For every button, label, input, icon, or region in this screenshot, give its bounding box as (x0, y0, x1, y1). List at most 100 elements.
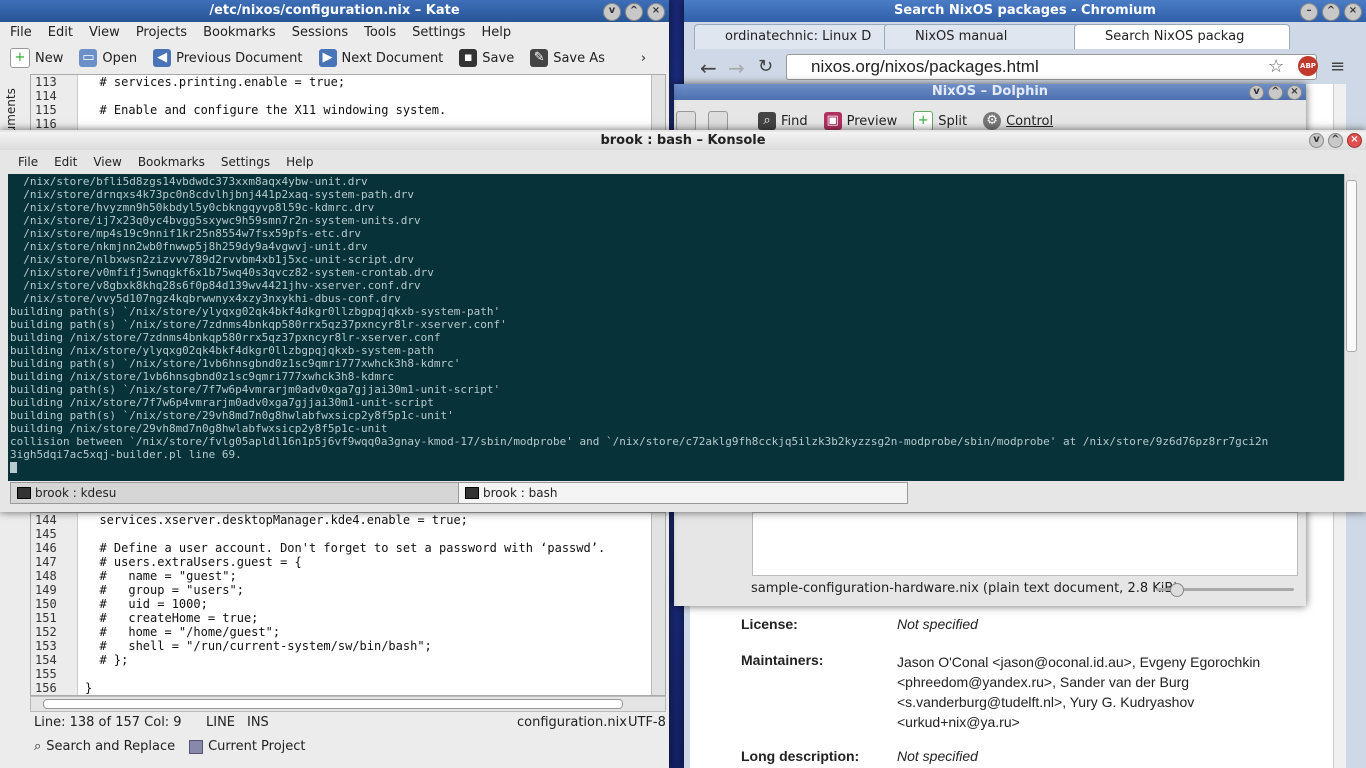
menu-projects[interactable]: Projects (128, 22, 195, 44)
encoding[interactable]: UTF-8 (628, 712, 666, 734)
close-icon[interactable]: × (1287, 85, 1302, 100)
menu-tools[interactable]: Tools (356, 22, 404, 44)
terminal-line: building /nix/store/7zdnms4bnkqp580rrx5q… (10, 331, 441, 344)
browser-tab-2[interactable]: NixOS manual (884, 24, 1100, 49)
menu-settings[interactable]: Settings (404, 22, 473, 44)
save-as-button[interactable]: ✎ Save As (522, 45, 613, 71)
horizontal-scrollbar[interactable] (30, 696, 666, 712)
open-button[interactable]: ▭ Open (71, 45, 145, 71)
preview-panel (752, 512, 1298, 576)
maximize-icon[interactable]: ^ (625, 3, 643, 21)
new-button[interactable]: + New (2, 45, 71, 71)
menu-icon[interactable]: ≡ (1330, 56, 1345, 77)
terminal-cursor (10, 462, 17, 473)
maximize-icon[interactable]: ^ (1322, 3, 1340, 21)
code-line[interactable]: # shell = "/run/current-system/sw/bin/ba… (85, 639, 651, 653)
save-button[interactable]: ▪ Save (451, 45, 522, 71)
chromium-title: Search NixOS packages - Chromium (894, 3, 1156, 18)
adblock-icon[interactable]: ABP (1298, 56, 1318, 76)
code-line[interactable]: } (85, 681, 651, 695)
menu-file[interactable]: File (2, 22, 40, 44)
code-area[interactable]: # services.printing.enable = true; # Ena… (85, 75, 651, 131)
browser-tab-3[interactable]: Search NixOS packag (1074, 24, 1290, 49)
close-icon[interactable]: × (647, 3, 665, 21)
zoom-slider-handle[interactable] (1170, 583, 1184, 597)
konsole-titlebar[interactable]: brook : bash – Konsole v ^ × (0, 132, 1366, 150)
code-line[interactable] (85, 117, 651, 131)
editor-scrollbar[interactable] (651, 75, 665, 131)
forward-icon[interactable]: → (728, 56, 745, 80)
konsole-tab-bash[interactable]: brook : bash (458, 482, 908, 504)
bookmark-star-icon[interactable]: ☆ (1268, 56, 1284, 77)
minimize-icon[interactable]: – (1300, 3, 1318, 21)
menu-view[interactable]: View (81, 22, 128, 44)
selection-mode[interactable]: LINE (206, 712, 235, 734)
code-line[interactable]: # Define a user account. Don't forget to… (85, 541, 651, 555)
reload-icon[interactable]: ↻ (758, 56, 773, 77)
menu-edit[interactable]: Edit (40, 22, 81, 44)
menu-bookmarks[interactable]: Bookmarks (130, 151, 213, 173)
arrow-right-icon: ▶ (318, 49, 337, 67)
toolbar-overflow-icon[interactable]: › (613, 45, 654, 71)
saveas-label: Save As (553, 50, 605, 66)
menu-settings[interactable]: Settings (213, 151, 278, 173)
tab-label: brook : kdesu (35, 486, 117, 500)
editor-top[interactable]: 113 114 115 116 # services.printing.enable … (30, 74, 666, 132)
address-bar[interactable]: nixos.org/nixos/packages.html (786, 54, 1317, 80)
code-line[interactable] (85, 527, 651, 541)
horizontal-scroll-handle[interactable] (43, 699, 623, 709)
search-replace-tab[interactable]: ⌕ Search and Replace (34, 736, 175, 758)
code-line[interactable]: # name = "guest"; (85, 569, 651, 583)
code-line[interactable]: # services.printing.enable = true; (85, 75, 651, 89)
control-label: Control (1006, 113, 1054, 129)
code-line[interactable]: # uid = 1000; (85, 597, 651, 611)
close-icon[interactable]: × (1344, 3, 1362, 21)
kate-titlebar[interactable]: /etc/nixos/configuration.nix – Kate v ^ × (0, 0, 669, 22)
code-line[interactable]: services.xserver.desktopManager.kde4.ena… (85, 513, 651, 527)
menu-help[interactable]: Help (473, 22, 519, 44)
close-icon[interactable]: × (1347, 133, 1362, 148)
url-text: nixos.org/nixos/packages.html (811, 57, 1039, 76)
menu-bookmarks[interactable]: Bookmarks (195, 22, 284, 44)
code-line[interactable]: # createHome = true; (85, 611, 651, 625)
code-line[interactable] (85, 667, 651, 681)
menu-sessions[interactable]: Sessions (284, 22, 356, 44)
insert-mode[interactable]: INS (247, 712, 269, 734)
editor-bottom[interactable]: 144 145 146 147 148 149 150 151 152 153 154 155 156 … (30, 512, 666, 696)
code-area[interactable]: services.xserver.desktopManager.kde4.ena… (85, 513, 651, 695)
browser-tab-1[interactable]: ordinatechnic: Linux D (694, 24, 910, 49)
menu-help[interactable]: Help (278, 151, 321, 173)
code-line[interactable] (85, 89, 651, 103)
menu-file[interactable]: File (10, 151, 46, 173)
dolphin-titlebar[interactable]: NixOS – Dolphin v ^ × (674, 84, 1306, 100)
chromium-titlebar[interactable]: Search NixOS packages - Chromium – ^ × (684, 0, 1366, 22)
terminal-line: building path(s) `/nix/store/ylyqxg02qk4… (10, 305, 501, 318)
save-label: Save (482, 50, 515, 66)
status-text: sample-configuration-hardware.nix (plain… (751, 581, 1179, 596)
zoom-slider[interactable] (1156, 583, 1294, 597)
code-line[interactable]: # }; (85, 653, 651, 667)
maximize-icon[interactable]: ^ (1268, 85, 1283, 100)
back-icon[interactable]: ← (700, 56, 717, 80)
terminal-scroll-handle[interactable] (1346, 180, 1357, 352)
menu-view[interactable]: View (85, 151, 129, 173)
code-line[interactable]: # Enable and configure the X11 windowing… (85, 103, 651, 117)
editor-scrollbar[interactable] (651, 513, 665, 695)
next-document-button[interactable]: ▶ Next Document (311, 45, 452, 71)
maintainers-label: Maintainers: (741, 652, 824, 668)
minimize-icon[interactable]: v (603, 3, 621, 21)
minimize-icon[interactable]: v (1249, 85, 1264, 100)
current-project-tab[interactable]: Current Project (189, 736, 306, 758)
line-number: 146 (35, 541, 57, 555)
minimize-icon[interactable]: v (1309, 133, 1324, 148)
menu-edit[interactable]: Edit (46, 151, 85, 173)
terminal-output[interactable]: /nix/store/bfli5d8zgs14vbdwdc373xxm8aqx4… (8, 174, 1344, 481)
konsole-tab-kdesu[interactable]: brook : kdesu (10, 482, 460, 504)
maximize-icon[interactable]: ^ (1328, 133, 1343, 148)
code-line[interactable]: # group = "users"; (85, 583, 651, 597)
code-line[interactable]: # users.extraUsers.guest = { (85, 555, 651, 569)
terminal-scrollbar[interactable] (1344, 174, 1357, 480)
code-line[interactable]: # home = "/home/guest"; (85, 625, 651, 639)
previous-document-button[interactable]: ◀ Previous Document (145, 45, 310, 71)
line-number: 114 (35, 89, 57, 103)
